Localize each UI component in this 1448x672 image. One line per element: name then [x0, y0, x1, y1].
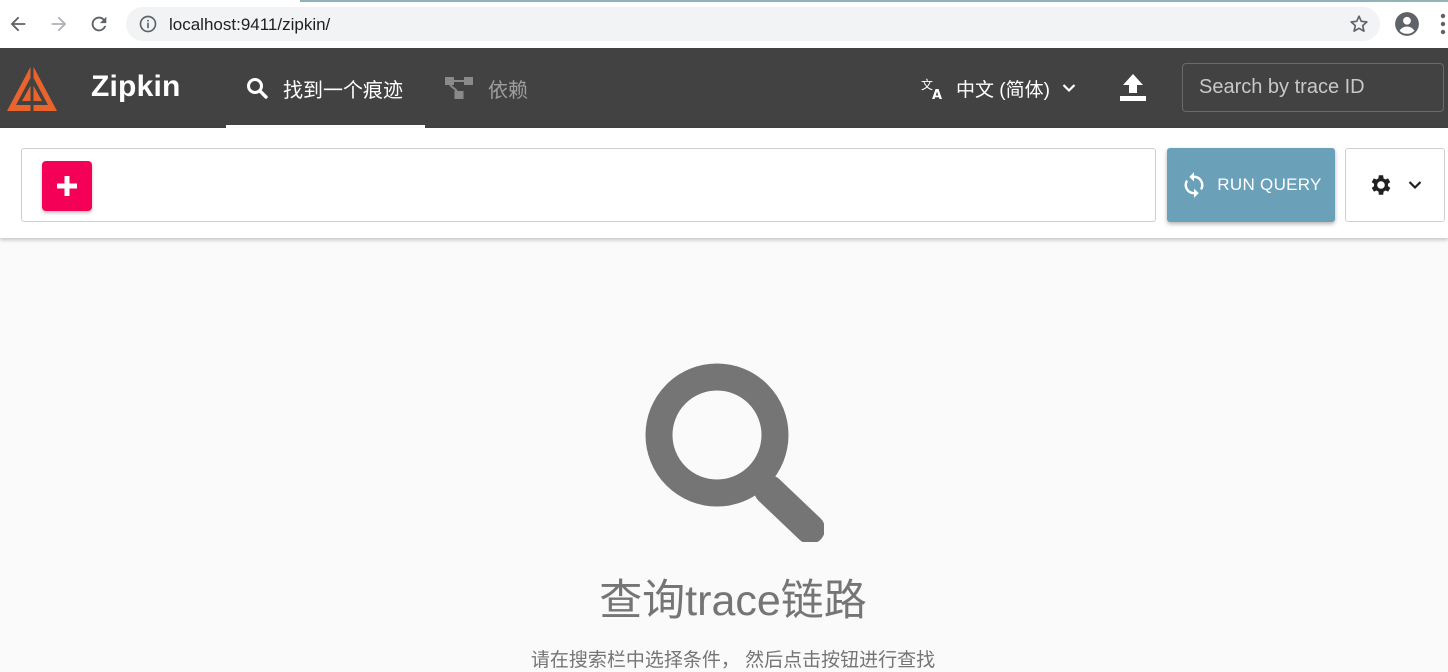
account-circle-icon[interactable] [1394, 11, 1420, 37]
dependencies-icon [445, 77, 473, 99]
tab-find-trace[interactable]: 找到一个痕迹 [226, 48, 425, 128]
empty-state-hint: 请在搜索栏中选择条件， 然后点击按钮进行查找 [530, 650, 936, 671]
chevron-down-icon [1062, 84, 1076, 93]
run-query-label: RUN QUERY [1217, 175, 1322, 194]
arrow-right-icon [51, 16, 67, 32]
sync-icon [1184, 172, 1204, 198]
kebab-menu-icon[interactable] [1440, 13, 1446, 35]
tab-find-trace-label: 找到一个痕迹 [283, 79, 403, 102]
app-header: Zipkin 找到一个痕迹 依赖 文 A 中文 (简体) Search by t… [0, 48, 1448, 128]
language-label: 中文 (简体) [956, 79, 1050, 101]
empty-state-title: 查询trace链路 [599, 577, 867, 625]
svg-text:A: A [932, 88, 942, 100]
add-criteria-button[interactable] [42, 161, 92, 211]
trace-id-input[interactable] [1183, 64, 1443, 111]
run-query-button[interactable]: RUN QUERY [1167, 148, 1335, 222]
address-bar[interactable]: localhost:9411/zipkin/ [126, 7, 1380, 41]
arrow-left-icon [10, 16, 26, 32]
reload-button[interactable] [85, 10, 113, 38]
upload-icon[interactable] [1118, 72, 1148, 104]
plus-icon [57, 176, 77, 196]
query-bar: RUN QUERY [0, 128, 1448, 238]
search-icon [645, 363, 824, 542]
tab-strip-edge [300, 0, 1448, 2]
gear-icon [1371, 175, 1391, 195]
star-icon[interactable] [1348, 13, 1370, 35]
browser-chrome: localhost:9411/zipkin/ [0, 0, 1448, 48]
tab-dependencies-label: 依赖 [488, 79, 528, 102]
search-criteria-box[interactable] [21, 148, 1156, 222]
reload-icon [91, 16, 107, 32]
tab-dependencies[interactable]: 依赖 [444, 48, 528, 128]
trace-id-search[interactable] [1182, 63, 1444, 112]
zipkin-logo-icon[interactable] [4, 61, 60, 117]
url-text: localhost:9411/zipkin/ [169, 15, 331, 34]
app-title[interactable]: Zipkin [91, 70, 181, 104]
translate-icon: 文 A [921, 77, 942, 100]
settings-menu-button[interactable] [1345, 148, 1445, 222]
forward-button[interactable] [45, 10, 73, 38]
search-icon [247, 78, 268, 99]
chevron-down-icon [1408, 181, 1422, 190]
language-selector[interactable]: 文 A 中文 (简体) [921, 48, 1076, 128]
info-icon[interactable] [138, 14, 158, 34]
back-button[interactable] [4, 10, 32, 38]
